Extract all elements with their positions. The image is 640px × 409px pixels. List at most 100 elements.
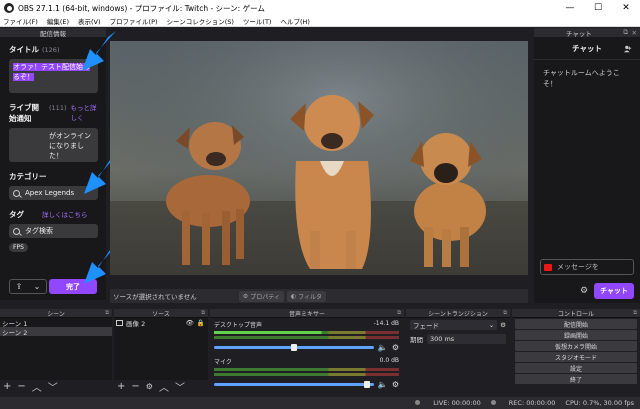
speaker-icon[interactable]: 🔈 <box>378 380 388 389</box>
mixer-header: 音声ミキサー ⧉ <box>210 309 404 318</box>
menu-tools[interactable]: ツール(T) <box>243 16 272 26</box>
slider-handle[interactable] <box>364 381 371 388</box>
undock-icon[interactable]: ⧉ <box>201 310 205 317</box>
controls-panel: コントロール ⧉ 配信開始 録画開始 仮想カメラ開始 スタジオモード 設定 終了 <box>512 309 640 395</box>
volume-slider[interactable] <box>214 344 374 351</box>
eye-icon[interactable]: 👁 <box>186 319 194 327</box>
duration-input[interactable]: 300 ms <box>427 334 506 344</box>
settings-button[interactable]: 設定 <box>515 363 637 373</box>
transition-type-value: フェード <box>413 322 439 330</box>
scenes-title: シーン <box>47 310 65 318</box>
tag-search-input[interactable]: タグ検索 <box>9 224 98 238</box>
sources-header: ソース ⧉ <box>114 309 208 318</box>
chevron-down-icon: ⌄ <box>488 321 495 329</box>
title-char-count: (126) <box>42 46 60 54</box>
notify-learn-more-link[interactable]: もっと詳しく <box>71 102 99 122</box>
list-item[interactable]: 画像 2 👁 🔒 <box>114 318 208 328</box>
undock-icon[interactable]: ⧉ <box>503 310 507 317</box>
controls-title: コントロール <box>557 310 594 318</box>
list-item[interactable]: シーン 2 <box>0 327 112 337</box>
filter-icon: ◐ <box>290 292 297 300</box>
float-icon[interactable]: ⧉ <box>623 28 628 37</box>
chat-panel: チャット チャットルームへようこそ！ メッセージを ⚙ チャット <box>534 37 640 303</box>
chevron-down-icon[interactable]: ﹀ <box>48 379 58 394</box>
transitions-title: シーントランジション <box>428 310 488 318</box>
gear-icon[interactable]: ⚙ <box>146 382 153 391</box>
level-meter <box>214 368 399 371</box>
search-icon <box>13 227 20 235</box>
properties-button[interactable]: ⚙ プロパティ <box>238 290 284 302</box>
gear-icon[interactable]: ⚙ <box>500 321 506 329</box>
undock-icon[interactable]: ⧉ <box>105 310 109 317</box>
menu-help[interactable]: ヘルプ(H) <box>280 16 309 26</box>
controls-header: コントロール ⧉ <box>512 309 640 318</box>
add-icon[interactable]: + <box>3 381 11 392</box>
transition-type-select[interactable]: フェード ⌄ <box>410 320 498 330</box>
level-meter <box>214 373 399 376</box>
share-button[interactable]: ⇪ ⌄ <box>9 279 47 294</box>
properties-label: プロパティ <box>250 293 280 301</box>
chat-send-row: ⚙ チャット <box>540 283 634 299</box>
sources-list[interactable]: 画像 2 👁 🔒 <box>114 318 208 380</box>
filters-button[interactable]: ◐ フィルタ <box>286 290 326 302</box>
notify-label: ライブ開始通知 <box>9 103 39 123</box>
remove-icon[interactable]: − <box>17 381 25 392</box>
menu-edit[interactable]: 編集(E) <box>47 16 69 26</box>
start-virtual-camera-button[interactable]: 仮想カメラ開始 <box>515 341 637 351</box>
window-title: OBS 27.1.1 (64-bit, windows) - プロファイル: T… <box>18 3 265 13</box>
tag-chip-fps[interactable]: FPS <box>9 243 28 252</box>
gear-icon[interactable]: ⚙ <box>580 286 588 296</box>
speaker-icon[interactable]: 🔈 <box>378 343 388 352</box>
rec-indicator-icon <box>490 400 496 405</box>
menu-bar: ファイル(F) 編集(E) 表示(V) プロファイル(P) シーンコレクション(… <box>0 16 640 27</box>
gear-icon[interactable]: ⚙ <box>392 343 399 352</box>
live-time: LIVE: 00:00:00 <box>433 399 481 407</box>
tags-learn-more-link[interactable]: 詳しくはこちら <box>42 209 88 219</box>
level-meter <box>214 331 399 334</box>
users-icon[interactable] <box>624 45 632 53</box>
puppies-photo <box>110 41 528 275</box>
chevron-up-icon[interactable]: ︿ <box>159 379 169 394</box>
exit-button[interactable]: 終了 <box>515 374 637 384</box>
level-meter <box>214 336 399 339</box>
remove-icon[interactable]: − <box>131 381 139 392</box>
start-recording-button[interactable]: 録画開始 <box>515 330 637 340</box>
gear-icon[interactable]: ⚙ <box>392 380 399 389</box>
chevron-up-icon[interactable]: ︿ <box>32 379 42 394</box>
menu-file[interactable]: ファイル(F) <box>3 16 38 26</box>
chat-welcome-message: チャットルームへようこそ！ <box>543 69 620 88</box>
preview-canvas[interactable] <box>110 41 528 275</box>
close-icon[interactable]: ✕ <box>632 29 637 37</box>
undock-icon[interactable]: ⧉ <box>397 310 401 317</box>
filters-label: フィルタ <box>298 293 322 301</box>
chat-message-input[interactable]: メッセージを <box>540 259 634 275</box>
slider-handle[interactable] <box>290 344 297 351</box>
volume-slider[interactable] <box>214 381 374 388</box>
studio-mode-button[interactable]: スタジオモード <box>515 352 637 362</box>
scenes-panel: シーン ⧉ シーン 1 シーン 2 + − ︿ ﹀ <box>0 309 112 395</box>
menu-view[interactable]: 表示(V) <box>78 16 101 26</box>
chevron-down-icon[interactable]: ﹀ <box>175 379 185 394</box>
tags-label-row: タグ 詳しくはこちら <box>9 209 98 220</box>
notify-label-row: ライブ開始通知 (111) もっと詳しく <box>9 102 98 124</box>
title-label: タイトル <box>9 45 39 54</box>
menu-scene-collection[interactable]: シーンコレクション(S) <box>167 16 234 26</box>
chat-send-button[interactable]: チャット <box>594 283 634 299</box>
mixer-track-desktop: デスクトップ音声 -14.1 dB 🔈 ⚙ <box>210 318 404 352</box>
audio-mixer-panel: 音声ミキサー ⧉ デスクトップ音声 -14.1 dB 🔈 ⚙ マイク 0.0 d… <box>210 309 404 395</box>
duration-label: 期間 <box>410 336 423 344</box>
chevron-down-icon: ⌄ <box>33 282 41 291</box>
add-icon[interactable]: + <box>117 381 125 392</box>
scenes-list[interactable]: シーン 1 シーン 2 <box>0 318 112 380</box>
title-bar: OBS 27.1.1 (64-bit, windows) - プロファイル: T… <box>0 0 640 16</box>
menu-profile[interactable]: プロファイル(P) <box>110 16 158 26</box>
undock-icon[interactable]: ⧉ <box>633 310 637 317</box>
maximize-button[interactable]: ☐ <box>584 0 612 16</box>
source-toolbar: ソースが選択されていません ⚙ プロパティ ◐ フィルタ <box>110 289 528 303</box>
start-streaming-button[interactable]: 配信開始 <box>515 319 637 329</box>
close-button[interactable]: ✕ <box>612 0 640 16</box>
transition-type-row: フェード ⌄ ⚙ <box>406 318 510 332</box>
cpu-fps-status: CPU: 0.7%, 30.00 fps <box>565 399 634 407</box>
minimize-button[interactable]: — <box>556 0 584 16</box>
lock-icon[interactable]: 🔒 <box>197 319 205 327</box>
